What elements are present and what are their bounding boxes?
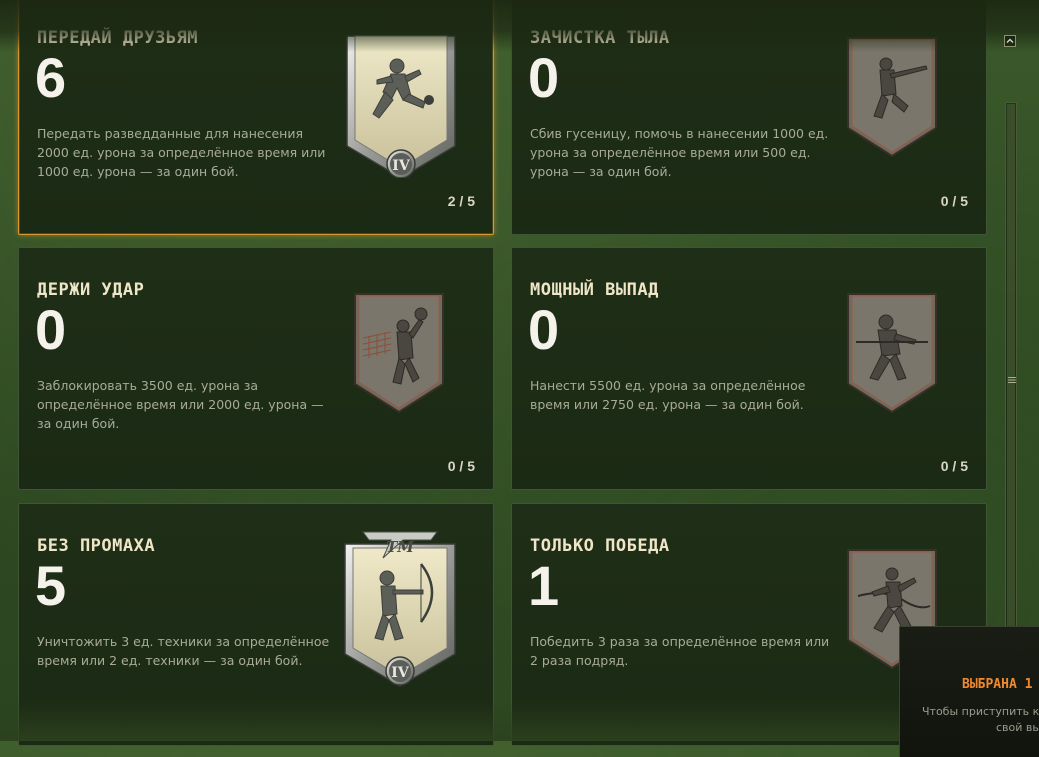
mission-card-hold-blow[interactable]: ДЕРЖИ УДАР 0 Заблокировать 3500 ед. урон… (18, 247, 494, 490)
mission-count: 0 (35, 298, 67, 361)
mission-title: ДЕРЖИ УДАР (37, 280, 145, 300)
mission-title: МОЩНЫЙ ВЫПАД (530, 280, 659, 300)
mission-progress: 0 / 5 (447, 458, 475, 474)
archer-badge-icon: TM IV (343, 530, 457, 694)
mission-title: ТОЛЬКО ПОБЕДА (530, 536, 670, 556)
badge-logo-text: TM (386, 538, 414, 556)
mission-description: Заблокировать 3500 ед. урона за определё… (37, 378, 324, 431)
scrollbar-thumb[interactable] (1007, 104, 1017, 640)
mission-progress: 0 / 5 (940, 458, 968, 474)
mission-progress: 2 / 5 (447, 193, 475, 209)
badge-tier-label: IV (392, 158, 411, 174)
soccer-player-badge-icon: IV (345, 0, 457, 182)
grip-lines-icon (1007, 376, 1017, 387)
mission-description: Уничтожить 3 ед. техники за определённое… (37, 634, 330, 668)
mission-count: 1 (528, 554, 560, 617)
notification-text-line2: свой выб (996, 721, 1039, 734)
mission-card-pass-friends[interactable]: ПЕРЕДАЙ ДРУЗЬЯМ 6 Передать разведданные … (18, 0, 494, 235)
mission-description: Победить 3 раза за определённое время ил… (530, 634, 830, 668)
mission-count: 5 (35, 554, 67, 617)
chevron-up-icon[interactable] (1004, 35, 1016, 47)
mission-progress: 0 / 5 (940, 193, 968, 209)
volleyball-player-badge-icon (353, 292, 445, 418)
mission-description: Сбив гусеницу, помочь в нанесении 1000 е… (530, 126, 829, 179)
notification-title: ВЫБРАНА 1 ИЗ (962, 677, 1039, 692)
selection-notification: ВЫБРАНА 1 ИЗ Чтобы приступить к ис свой … (899, 626, 1039, 757)
mission-card-power-lunge[interactable]: МОЩНЫЙ ВЫПАД 0 Нанести 5500 ед. урона за… (511, 247, 987, 490)
notification-text: Чтобы приступить к ис (922, 705, 1039, 718)
mission-description: Передать разведданные для нанесения 2000… (37, 126, 326, 179)
mission-title: ПЕРЕДАЙ ДРУЗЬЯМ (37, 28, 199, 48)
mission-card-no-miss[interactable]: БЕЗ ПРОМАХА 5 Уничтожить 3 ед. техники з… (18, 503, 494, 746)
kneeling-rifleman-badge-icon (846, 36, 938, 162)
mission-count: 6 (35, 46, 67, 109)
mission-description: Нанести 5500 ед. урона за определённое в… (530, 378, 806, 412)
mission-count: 0 (528, 46, 560, 109)
scrollbar-track[interactable] (1005, 102, 1017, 642)
fencer-badge-icon (846, 292, 938, 418)
mission-title: ЗАЧИСТКА ТЫЛА (530, 28, 670, 48)
badge-tier-label: IV (391, 665, 410, 681)
mission-card-rear-cleanup[interactable]: ЗАЧИСТКА ТЫЛА 0 Сбив гусеницу, помочь в … (511, 0, 987, 235)
mission-count: 0 (528, 298, 560, 361)
mission-title: БЕЗ ПРОМАХА (37, 536, 156, 556)
